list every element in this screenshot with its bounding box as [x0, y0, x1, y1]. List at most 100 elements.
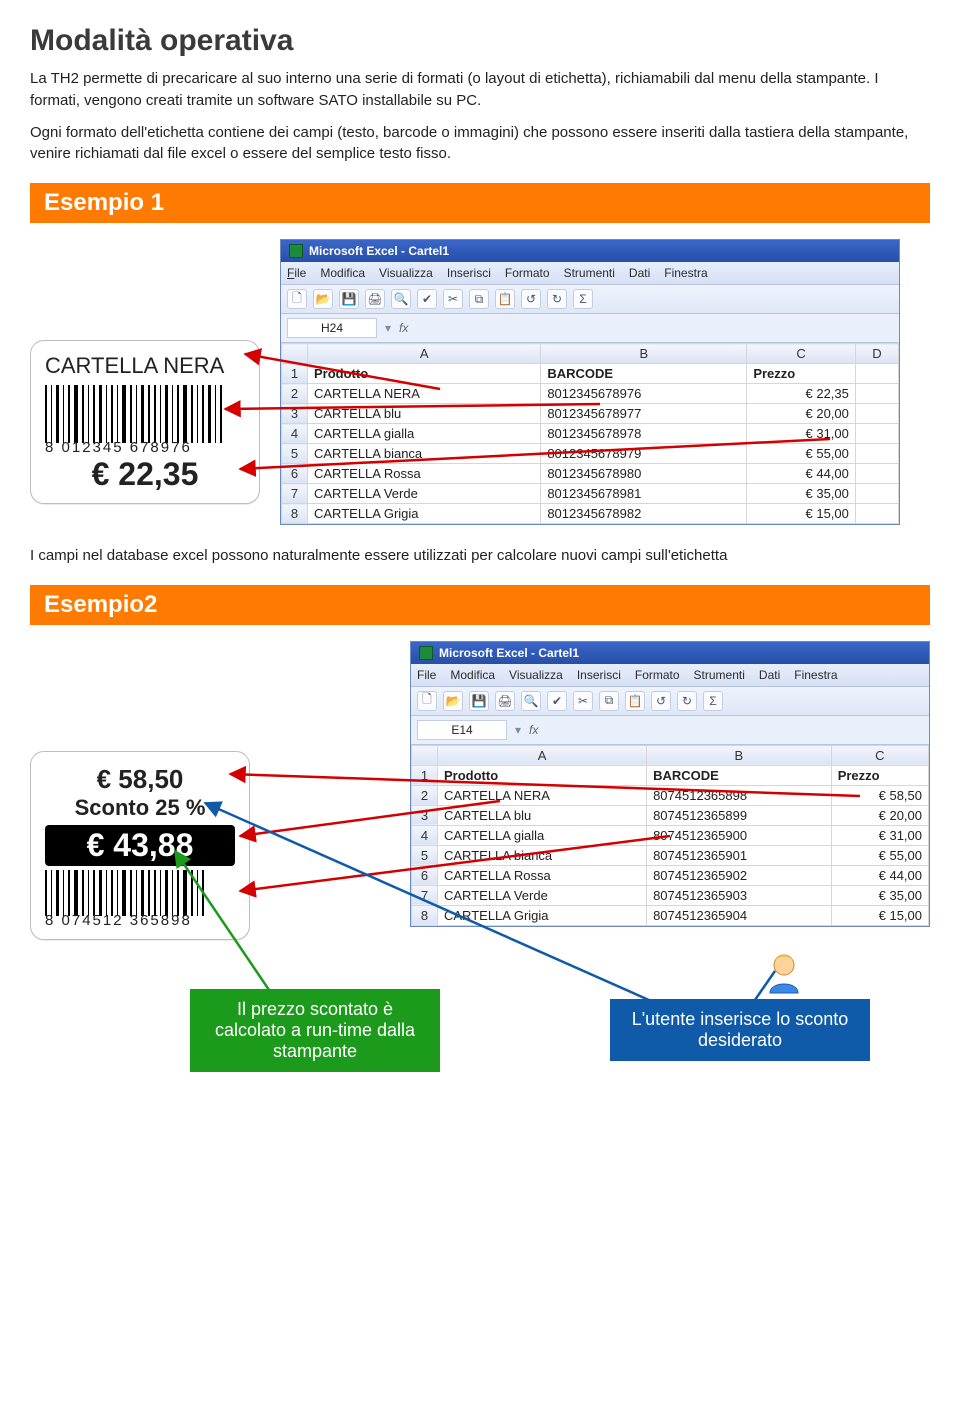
menu-dati[interactable]: Dati	[759, 668, 780, 682]
new-icon[interactable]: 🗋	[417, 691, 437, 711]
redo-icon[interactable]: ↻	[547, 289, 567, 309]
menu-strumenti[interactable]: Strumenti	[694, 668, 745, 682]
col-c[interactable]: C	[831, 745, 928, 765]
excel2-title: Microsoft Excel - Cartel1	[439, 646, 579, 660]
save-icon[interactable]: 💾	[469, 691, 489, 711]
excel1-menubar: FFileile Modifica Visualizza Inserisci F…	[281, 262, 899, 285]
excel1-sheet[interactable]: A B C D 1 Prodotto BARCODE Prezzo 2CARTE…	[281, 343, 899, 524]
table-row: 3CARTELLA blu8012345678977€ 20,00	[282, 404, 899, 424]
example1-excel-window: Microsoft Excel - Cartel1 FFileile Modif…	[280, 239, 900, 525]
callout-green: Il prezzo scontato è calcolato a run-tim…	[190, 989, 440, 1072]
menu-inserisci[interactable]: Inserisci	[577, 668, 621, 682]
sum-icon[interactable]: Σ	[573, 289, 593, 309]
table-row: 7CARTELLA Verde8074512365903€ 35,00	[412, 885, 929, 905]
sum-icon[interactable]: Σ	[703, 691, 723, 711]
table-row: 5CARTELLA bianca8074512365901€ 55,00	[412, 845, 929, 865]
label1-price: € 22,35	[45, 456, 245, 493]
excel1-titlebar: Microsoft Excel - Cartel1	[281, 240, 899, 262]
new-icon[interactable]: 🗋	[287, 289, 307, 309]
excel-icon	[419, 646, 433, 660]
col-a[interactable]: A	[438, 745, 647, 765]
label1-product: CARTELLA NERA	[45, 353, 245, 379]
header-a[interactable]: Prodotto	[308, 364, 541, 384]
label2-barcode	[45, 870, 235, 916]
example2-excel-window: Microsoft Excel - Cartel1 File Modifica …	[410, 641, 930, 927]
excel2-titlebar: Microsoft Excel - Cartel1	[411, 642, 929, 664]
table-row: 5CARTELLA bianca8012345678979€ 55,00	[282, 444, 899, 464]
menu-strumenti[interactable]: Strumenti	[564, 266, 615, 280]
menu-finestra[interactable]: Finestra	[664, 266, 707, 280]
intro-paragraph-1: La TH2 permette di precaricare al suo in…	[30, 68, 930, 112]
preview-icon[interactable]: 🔍	[521, 691, 541, 711]
table-row: 8CARTELLA Grigia8074512365904€ 15,00	[412, 905, 929, 925]
menu-visualizza[interactable]: Visualizza	[509, 668, 563, 682]
paste-icon[interactable]: 📋	[495, 289, 515, 309]
table-row: 6CARTELLA Rossa8074512365902€ 44,00	[412, 865, 929, 885]
header-c[interactable]: Prezzo	[747, 364, 856, 384]
callout-blue: L'utente inserisce lo sconto desiderato	[610, 999, 870, 1061]
label2-discount-line: Sconto 25 %	[45, 795, 235, 821]
example1-banner: Esempio 1	[30, 183, 930, 223]
excel2-menubar: File Modifica Visualizza Inserisci Forma…	[411, 664, 929, 687]
spell-icon[interactable]: ✔	[417, 289, 437, 309]
col-d[interactable]: D	[855, 344, 898, 364]
print-icon[interactable]: 🖨	[495, 691, 515, 711]
col-b[interactable]: B	[647, 745, 832, 765]
table-row: 2CARTELLA NERA8074512365898€ 58,50	[412, 785, 929, 805]
copy-icon[interactable]: ⧉	[599, 691, 619, 711]
cut-icon[interactable]: ✂	[573, 691, 593, 711]
col-b[interactable]: B	[541, 344, 747, 364]
menu-dati[interactable]: Dati	[629, 266, 650, 280]
menu-file[interactable]: File	[417, 668, 436, 682]
menu-visualizza[interactable]: Visualizza	[379, 266, 433, 280]
label1-barcode	[45, 385, 245, 443]
excel1-namebox[interactable]: H24	[287, 318, 377, 338]
col-c[interactable]: C	[747, 344, 856, 364]
user-icon	[760, 949, 808, 997]
table-row: 8CARTELLA Grigia8012345678982€ 15,00	[282, 504, 899, 524]
copy-icon[interactable]: ⧉	[469, 289, 489, 309]
header-b[interactable]: BARCODE	[541, 364, 747, 384]
spell-icon[interactable]: ✔	[547, 691, 567, 711]
excel2-toolbar: 🗋 📂 💾 🖨 🔍 ✔ ✂ ⧉ 📋 ↺ ↻ Σ	[411, 687, 929, 716]
table-row: 4CARTELLA gialla8074512365900€ 31,00	[412, 825, 929, 845]
menu-modifica[interactable]: Modifica	[450, 668, 495, 682]
excel1-toolbar: 🗋 📂 💾 🖨 🔍 ✔ ✂ ⧉ 📋 ↺ ↻ Σ	[281, 285, 899, 314]
open-icon[interactable]: 📂	[313, 289, 333, 309]
menu-formato[interactable]: Formato	[635, 668, 680, 682]
example1-label-card: CARTELLA NERA 8 012345 678976 € 22,35	[30, 340, 260, 504]
redo-icon[interactable]: ↻	[677, 691, 697, 711]
table-row: 6CARTELLA Rossa8012345678980€ 44,00	[282, 464, 899, 484]
label2-barcode-number: 8 074512 365898	[45, 912, 235, 929]
label2-orig-price: € 58,50	[45, 764, 235, 795]
table-row: 2CARTELLA NERA8012345678976€ 22,35	[282, 384, 899, 404]
intro-paragraph-2: Ogni formato dell'etichetta contiene dei…	[30, 122, 930, 166]
label2-final-price: € 43,88	[45, 825, 235, 866]
excel1-title: Microsoft Excel - Cartel1	[309, 244, 449, 258]
cut-icon[interactable]: ✂	[443, 289, 463, 309]
excel2-namebox[interactable]: E14	[417, 720, 507, 740]
table-row: 3CARTELLA blu8074512365899€ 20,00	[412, 805, 929, 825]
open-icon[interactable]: 📂	[443, 691, 463, 711]
preview-icon[interactable]: 🔍	[391, 289, 411, 309]
example2-banner: Esempio2	[30, 585, 930, 625]
col-a[interactable]: A	[308, 344, 541, 364]
menu-modifica[interactable]: Modifica	[320, 266, 365, 280]
midtext: I campi nel database excel possono natur…	[30, 545, 930, 567]
fx-label: fx	[529, 723, 538, 737]
print-icon[interactable]: 🖨	[365, 289, 385, 309]
example2-label-card: € 58,50 Sconto 25 % € 43,88 8 074512 365…	[30, 751, 250, 940]
undo-icon[interactable]: ↺	[651, 691, 671, 711]
menu-formato[interactable]: Formato	[505, 266, 550, 280]
paste-icon[interactable]: 📋	[625, 691, 645, 711]
excel2-sheet[interactable]: A B C 1 Prodotto BARCODE Prezzo 2CARTELL…	[411, 745, 929, 926]
excel-icon	[289, 244, 303, 258]
menu-file[interactable]: FFileile	[287, 266, 306, 280]
menu-finestra[interactable]: Finestra	[794, 668, 837, 682]
undo-icon[interactable]: ↺	[521, 289, 541, 309]
save-icon[interactable]: 💾	[339, 289, 359, 309]
page-title: Modalità operativa	[30, 24, 930, 58]
table-row: 7CARTELLA Verde8012345678981€ 35,00	[282, 484, 899, 504]
fx-label: fx	[399, 321, 408, 335]
menu-inserisci[interactable]: Inserisci	[447, 266, 491, 280]
